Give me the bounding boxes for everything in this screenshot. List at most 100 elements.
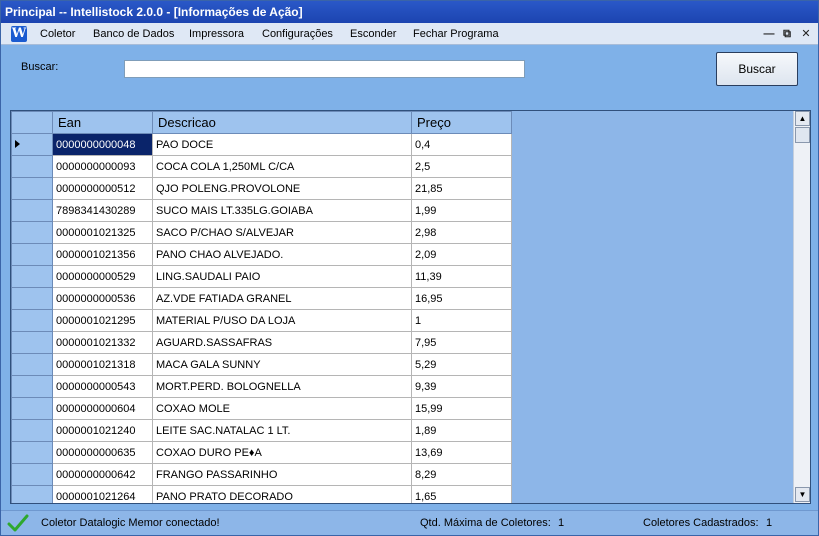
table-row[interactable]: 0000000000093 COCA COLA 1,250ML C/CA 2,5: [11, 155, 512, 178]
cell-ean[interactable]: 0000000000604: [52, 397, 153, 420]
cell-preco[interactable]: 7,95: [411, 331, 512, 354]
cell-ean[interactable]: 0000000000093: [52, 155, 153, 178]
table-row[interactable]: 0000000000529 LING.SAUDALI PAIO 11,39: [11, 265, 512, 288]
table-row[interactable]: 0000000000543 MORT.PERD. BOLOGNELLA 9,39: [11, 375, 512, 398]
minimize-icon[interactable]: —: [761, 26, 777, 42]
cell-ean[interactable]: 0000000000642: [52, 463, 153, 486]
cell-preco[interactable]: 21,85: [411, 177, 512, 200]
cell-preco[interactable]: 13,69: [411, 441, 512, 464]
search-input[interactable]: [124, 60, 525, 78]
column-header-descricao[interactable]: Descricao: [152, 111, 412, 134]
table-row[interactable]: 0000001021295 MATERIAL P/USO DA LOJA 1: [11, 309, 512, 332]
close-icon[interactable]: ✕: [798, 26, 814, 42]
cell-ean[interactable]: 0000001021264: [52, 485, 153, 503]
cell-descricao[interactable]: MATERIAL P/USO DA LOJA: [152, 309, 412, 332]
table-row[interactable]: 0000001021325 SACO P/CHAO S/ALVEJAR 2,98: [11, 221, 512, 244]
row-header[interactable]: [11, 199, 53, 222]
cell-preco[interactable]: 2,98: [411, 221, 512, 244]
cell-preco[interactable]: 1,89: [411, 419, 512, 442]
cell-ean[interactable]: 0000001021295: [52, 309, 153, 332]
cell-descricao[interactable]: QJO POLENG.PROVOLONE: [152, 177, 412, 200]
cell-descricao[interactable]: PANO PRATO DECORADO: [152, 485, 412, 503]
table-row[interactable]: 0000001021318 MACA GALA SUNNY 5,29: [11, 353, 512, 376]
cell-preco[interactable]: 15,99: [411, 397, 512, 420]
cell-descricao[interactable]: COXAO MOLE: [152, 397, 412, 420]
cell-ean[interactable]: 0000000000543: [52, 375, 153, 398]
scroll-thumb[interactable]: [795, 127, 810, 143]
row-header[interactable]: [11, 133, 53, 156]
cell-descricao[interactable]: PAO DOCE: [152, 133, 412, 156]
cell-ean[interactable]: 7898341430289: [52, 199, 153, 222]
cell-ean[interactable]: 0000001021325: [52, 221, 153, 244]
menu-item-coletor[interactable]: Coletor: [40, 23, 75, 45]
row-header[interactable]: [11, 375, 53, 398]
scroll-down-icon[interactable]: ▼: [795, 487, 810, 502]
row-header[interactable]: [11, 287, 53, 310]
row-header[interactable]: [11, 309, 53, 332]
cell-ean[interactable]: 0000000000529: [52, 265, 153, 288]
cell-preco[interactable]: 8,29: [411, 463, 512, 486]
cell-descricao[interactable]: SACO P/CHAO S/ALVEJAR: [152, 221, 412, 244]
table-row[interactable]: 0000001021264 PANO PRATO DECORADO 1,65: [11, 485, 512, 503]
cell-descricao[interactable]: MACA GALA SUNNY: [152, 353, 412, 376]
cell-ean[interactable]: 0000001021240: [52, 419, 153, 442]
cell-descricao[interactable]: AZ.VDE FATIADA GRANEL: [152, 287, 412, 310]
table-row[interactable]: 7898341430289 SUCO MAIS LT.335LG.GOIABA 1,…: [11, 199, 512, 222]
table-row[interactable]: 0000000000635 COXAO DURO PE♦A 13,69: [11, 441, 512, 464]
menu-item-configuracoes[interactable]: Configurações: [262, 23, 333, 45]
row-header[interactable]: [11, 221, 53, 244]
vertical-scrollbar[interactable]: ▲ ▼: [793, 111, 810, 503]
cell-preco[interactable]: 1: [411, 309, 512, 332]
row-header[interactable]: [11, 353, 53, 376]
table-row[interactable]: 0000001021240 LEITE SAC.NATALAC 1 LT. 1,89: [11, 419, 512, 442]
cell-descricao[interactable]: MORT.PERD. BOLOGNELLA: [152, 375, 412, 398]
row-header[interactable]: [11, 419, 53, 442]
app-icon[interactable]: W: [11, 26, 27, 42]
cell-ean[interactable]: 0000000000635: [52, 441, 153, 464]
cell-preco[interactable]: 1,65: [411, 485, 512, 503]
table-row[interactable]: 0000000000512 QJO POLENG.PROVOLONE 21,85: [11, 177, 512, 200]
row-header[interactable]: [11, 331, 53, 354]
cell-preco[interactable]: 16,95: [411, 287, 512, 310]
search-button[interactable]: Buscar: [716, 52, 798, 86]
row-header[interactable]: [11, 177, 53, 200]
cell-ean[interactable]: 0000000000512: [52, 177, 153, 200]
cell-descricao[interactable]: FRANGO PASSARINHO: [152, 463, 412, 486]
cell-descricao[interactable]: SUCO MAIS LT.335LG.GOIABA: [152, 199, 412, 222]
cell-descricao[interactable]: PANO CHAO ALVEJADO.: [152, 243, 412, 266]
table-row[interactable]: 0000001021332 AGUARD.SASSAFRAS 7,95: [11, 331, 512, 354]
menu-item-fechar-programa[interactable]: Fechar Programa: [413, 23, 499, 45]
cell-ean[interactable]: 0000001021356: [52, 243, 153, 266]
row-header[interactable]: [11, 243, 53, 266]
menu-item-banco-de-dados[interactable]: Banco de Dados: [93, 23, 174, 45]
row-header[interactable]: [11, 463, 53, 486]
cell-descricao[interactable]: LEITE SAC.NATALAC 1 LT.: [152, 419, 412, 442]
row-header[interactable]: [11, 265, 53, 288]
cell-preco[interactable]: 1,99: [411, 199, 512, 222]
cell-preco[interactable]: 2,09: [411, 243, 512, 266]
cell-descricao[interactable]: LING.SAUDALI PAIO: [152, 265, 412, 288]
restore-icon[interactable]: ⧉: [779, 26, 795, 42]
table-row[interactable]: 0000000000536 AZ.VDE FATIADA GRANEL 16,95: [11, 287, 512, 310]
row-header[interactable]: [11, 397, 53, 420]
cell-descricao[interactable]: AGUARD.SASSAFRAS: [152, 331, 412, 354]
table-row[interactable]: 0000001021356 PANO CHAO ALVEJADO. 2,09: [11, 243, 512, 266]
cell-preco[interactable]: 9,39: [411, 375, 512, 398]
cell-ean[interactable]: 0000000000048: [52, 133, 153, 156]
table-row[interactable]: 0000000000604 COXAO MOLE 15,99: [11, 397, 512, 420]
row-header[interactable]: [11, 155, 53, 178]
table-row[interactable]: 0000000000048 PAO DOCE 0,4: [11, 133, 512, 156]
row-header[interactable]: [11, 485, 53, 503]
menu-item-impressora[interactable]: Impressora: [189, 23, 244, 45]
cell-ean[interactable]: 0000001021332: [52, 331, 153, 354]
menu-item-esconder[interactable]: Esconder: [350, 23, 396, 45]
cell-preco[interactable]: 2,5: [411, 155, 512, 178]
scroll-up-icon[interactable]: ▲: [795, 111, 810, 126]
table-row[interactable]: 0000000000642 FRANGO PASSARINHO 8,29: [11, 463, 512, 486]
cell-preco[interactable]: 11,39: [411, 265, 512, 288]
column-header-ean[interactable]: Ean: [52, 111, 153, 134]
cell-descricao[interactable]: COXAO DURO PE♦A: [152, 441, 412, 464]
cell-preco[interactable]: 0,4: [411, 133, 512, 156]
cell-descricao[interactable]: COCA COLA 1,250ML C/CA: [152, 155, 412, 178]
column-header-preco[interactable]: Preço: [411, 111, 512, 134]
